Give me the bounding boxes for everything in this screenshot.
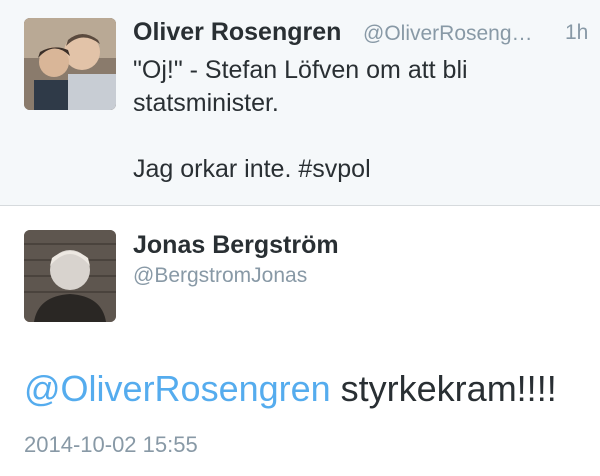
author-name[interactable]: Jonas Bergström: [133, 231, 339, 260]
divider: [0, 205, 600, 206]
tweet-text-line: Jag orkar inte. #svpol: [133, 155, 371, 183]
avatar-jonas[interactable]: [24, 230, 116, 322]
tweet-text-line: "Oj!" - Stefan Löfven om att bli: [133, 56, 468, 84]
author-name[interactable]: Oliver Rosengren: [133, 18, 341, 47]
avatar-photo-icon: [24, 230, 116, 322]
author-handle[interactable]: @BergstromJonas: [133, 264, 307, 288]
tweet-date: 2014-10-02 15:55: [24, 432, 198, 457]
tweet-text-line: statsminister.: [133, 89, 279, 117]
reply-text: @OliverRosengren styrkekram!!!!: [24, 368, 557, 410]
mention-link[interactable]: @OliverRosengren: [24, 368, 331, 409]
tweet-time: 1h: [565, 21, 589, 44]
reply-body: styrkekram!!!!: [330, 368, 557, 409]
avatar-oliver[interactable]: [24, 18, 116, 110]
author-handle[interactable]: @OliverRoseng…: [363, 22, 533, 46]
avatar-photo-icon: [24, 18, 116, 110]
tweet-text: "Oj!" - Stefan Löfven om att bli statsmi…: [133, 54, 573, 186]
